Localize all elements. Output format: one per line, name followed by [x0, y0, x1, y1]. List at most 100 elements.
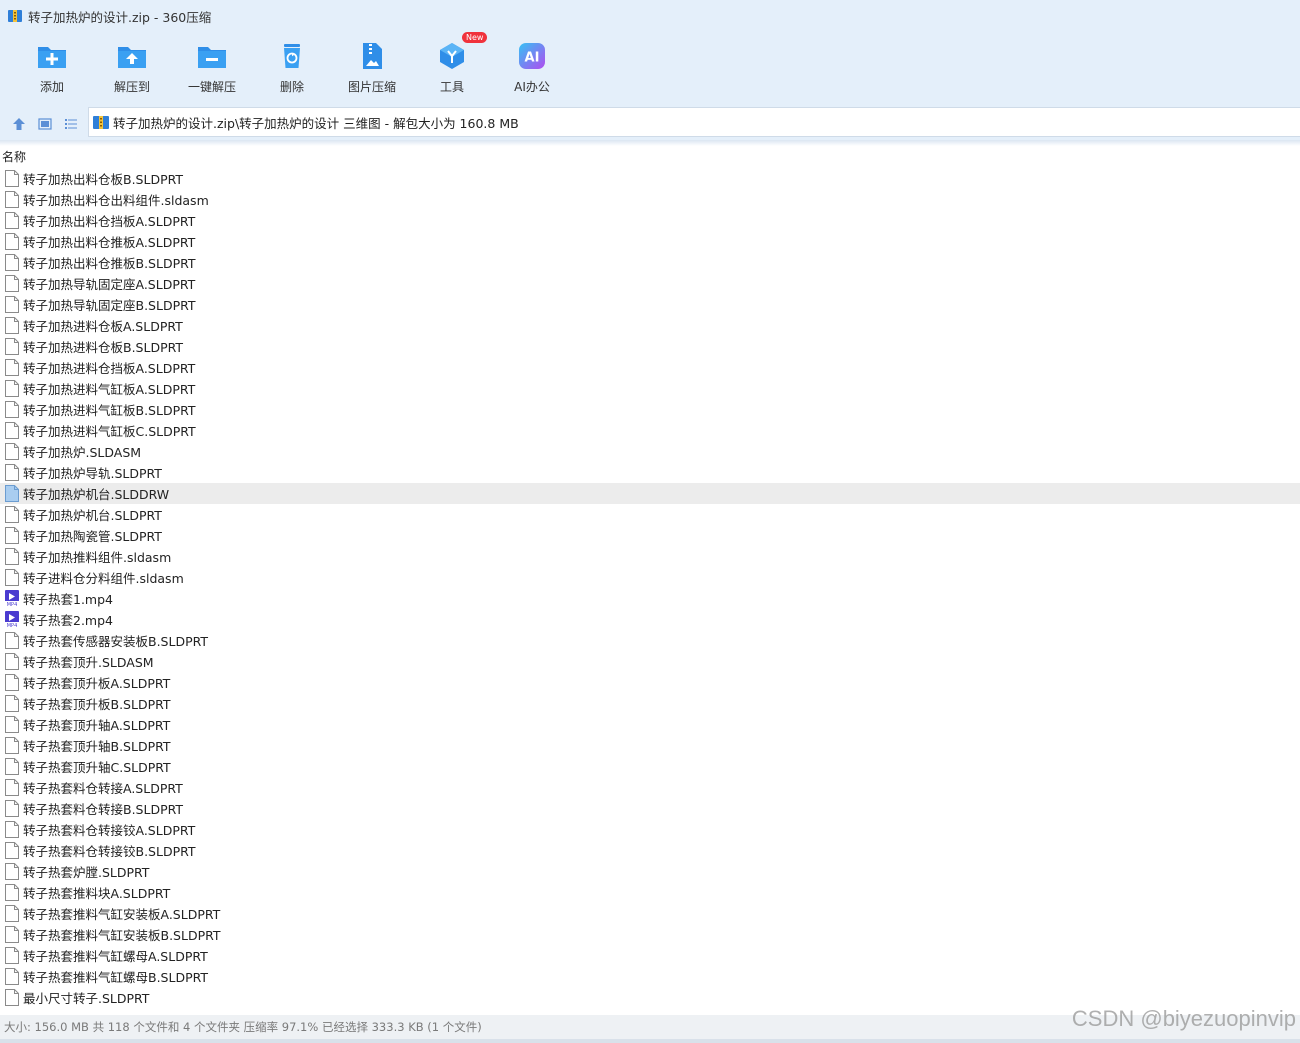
file-name: 转子加热进料仓板B.SLDPRT — [23, 340, 184, 355]
extract-to-button[interactable]: 解压到 — [92, 32, 172, 104]
document-file-icon — [5, 947, 19, 964]
document-file-icon — [5, 758, 19, 775]
file-row[interactable]: 转子加热导轨固定座A.SLDPRT — [0, 273, 1300, 294]
file-name: 转子加热陶瓷管.SLDPRT — [23, 529, 162, 544]
document-file-icon — [5, 821, 19, 838]
file-row[interactable]: 转子加热出料仓推板A.SLDPRT — [0, 231, 1300, 252]
file-name: 转子热套推料气缸螺母B.SLDPRT — [23, 970, 209, 985]
file-name: 转子加热导轨固定座B.SLDPRT — [23, 298, 196, 313]
file-name: 转子热套推料块A.SLDPRT — [23, 886, 171, 901]
file-row[interactable]: 转子加热推料组件.sldasm — [0, 546, 1300, 567]
document-file-icon — [5, 443, 19, 460]
file-row[interactable]: 转子加热出料仓出料组件.sldasm — [0, 189, 1300, 210]
file-row[interactable]: 转子加热炉机台.SLDDRW — [0, 483, 1300, 504]
document-file-icon — [5, 779, 19, 796]
image-compress-button[interactable]: 图片压缩 — [332, 32, 412, 104]
extract-to-label: 解压到 — [113, 80, 150, 94]
file-row[interactable]: 转子加热进料气缸板A.SLDPRT — [0, 378, 1300, 399]
file-row[interactable]: 转子热套顶升板B.SLDPRT — [0, 693, 1300, 714]
one-click-extract-label: 一键解压 — [187, 80, 236, 94]
file-row[interactable]: 转子热套顶升轴B.SLDPRT — [0, 735, 1300, 756]
file-row[interactable]: 转子加热炉导轨.SLDPRT — [0, 462, 1300, 483]
file-row[interactable]: 转子加热进料仓板A.SLDPRT — [0, 315, 1300, 336]
document-file-icon — [5, 422, 19, 439]
file-row[interactable]: MP4 转子热套1.mp4 — [0, 588, 1300, 609]
ai-office-icon: AI — [516, 40, 548, 72]
add-label: 添加 — [39, 80, 64, 94]
file-name: 转子加热导轨固定座A.SLDPRT — [23, 277, 196, 292]
file-name: 转子热套料仓转接铰B.SLDPRT — [23, 844, 196, 859]
file-row[interactable]: 转子加热出料仓推板B.SLDPRT — [0, 252, 1300, 273]
add-button[interactable]: 添加 — [12, 32, 92, 104]
file-row[interactable]: 转子热套顶升.SLDASM — [0, 651, 1300, 672]
address-field[interactable]: 转子加热炉的设计.zip\转子加热炉的设计 三维图 - 解包大小为 160.8 … — [88, 107, 1300, 137]
document-file-icon — [5, 632, 19, 649]
file-row[interactable]: 转子热套推料气缸安装板A.SLDPRT — [0, 903, 1300, 924]
file-name: 转子热套顶升轴A.SLDPRT — [23, 718, 171, 733]
file-row[interactable]: 转子加热进料仓板B.SLDPRT — [0, 336, 1300, 357]
file-row[interactable]: 转子加热炉.SLDASM — [0, 441, 1300, 462]
address-path: 转子加热炉的设计.zip\转子加热炉的设计 三维图 - 解包大小为 160.8 … — [113, 115, 519, 131]
file-row[interactable]: 转子热套料仓转接B.SLDPRT — [0, 798, 1300, 819]
file-row[interactable]: 转子加热进料气缸板C.SLDPRT — [0, 420, 1300, 441]
file-name: 转子热套传感器安装板B.SLDPRT — [23, 634, 209, 649]
address-bar: 转子加热炉的设计.zip\转子加热炉的设计 三维图 - 解包大小为 160.8 … — [0, 104, 1300, 144]
document-file-icon — [5, 989, 19, 1006]
svg-text:AI: AI — [525, 51, 540, 66]
ai-office-button[interactable]: AI AI办公 — [492, 32, 572, 104]
document-file-icon — [5, 275, 19, 292]
document-file-icon — [5, 317, 19, 334]
up-level-button[interactable] — [6, 111, 32, 137]
document-file-icon — [5, 905, 19, 922]
file-row[interactable]: 转子加热出料仓板B.SLDPRT — [0, 168, 1300, 189]
file-row[interactable]: 转子热套顶升轴A.SLDPRT — [0, 714, 1300, 735]
file-name: 转子热套料仓转接A.SLDPRT — [23, 781, 183, 796]
document-file-icon — [5, 653, 19, 670]
file-row[interactable]: 转子进料仓分料组件.sldasm — [0, 567, 1300, 588]
file-row[interactable]: 转子加热陶瓷管.SLDPRT — [0, 525, 1300, 546]
list-view-button[interactable] — [58, 111, 84, 137]
document-file-icon — [5, 695, 19, 712]
one-click-extract-icon — [196, 40, 228, 72]
thumbnail-view-button[interactable] — [32, 111, 58, 137]
file-row[interactable]: 转子热套推料气缸螺母A.SLDPRT — [0, 945, 1300, 966]
column-header-name[interactable]: 名称 — [0, 146, 1300, 166]
tools-icon — [436, 40, 468, 72]
file-row[interactable]: 转子热套料仓转接铰B.SLDPRT — [0, 840, 1300, 861]
document-file-icon — [5, 506, 19, 523]
file-row[interactable]: 转子热套传感器安装板B.SLDPRT — [0, 630, 1300, 651]
file-row[interactable]: 转子热套顶升板A.SLDPRT — [0, 672, 1300, 693]
bottom-border — [0, 1039, 1300, 1043]
list-view-icon — [65, 119, 77, 129]
file-row[interactable]: 转子热套推料气缸螺母B.SLDPRT — [0, 966, 1300, 987]
document-file-icon — [5, 254, 19, 271]
file-row[interactable]: 转子热套推料块A.SLDPRT — [0, 882, 1300, 903]
column-header-label: 名称 — [2, 149, 27, 164]
file-row[interactable]: 转子热套料仓转接A.SLDPRT — [0, 777, 1300, 798]
file-name: 转子热套推料气缸安装板A.SLDPRT — [23, 907, 221, 922]
file-row[interactable]: 转子热套料仓转接铰A.SLDPRT — [0, 819, 1300, 840]
file-row[interactable]: 转子热套炉膛.SLDPRT — [0, 861, 1300, 882]
file-row[interactable]: 转子加热进料仓挡板A.SLDPRT — [0, 357, 1300, 378]
tools-button[interactable]: New 工具 — [412, 32, 492, 104]
file-name: 转子热套顶升板A.SLDPRT — [23, 676, 171, 691]
delete-button[interactable]: 删除 — [252, 32, 332, 104]
file-row[interactable]: 转子加热导轨固定座B.SLDPRT — [0, 294, 1300, 315]
mp4-video-icon: MP4 — [5, 611, 19, 628]
file-name: 转子加热出料仓板B.SLDPRT — [23, 172, 184, 187]
file-name: 转子加热进料气缸板A.SLDPRT — [23, 382, 196, 397]
file-row[interactable]: 最小尺寸转子.SLDPRT — [0, 987, 1300, 1008]
document-file-icon — [5, 212, 19, 229]
file-row[interactable]: MP4 转子热套2.mp4 — [0, 609, 1300, 630]
image-compress-label: 图片压缩 — [347, 80, 396, 94]
file-row[interactable]: 转子热套推料气缸安装板B.SLDPRT — [0, 924, 1300, 945]
file-list: 转子加热出料仓板B.SLDPRT 转子加热出料仓出料组件.sldasm 转子加热出料… — [0, 168, 1300, 1008]
svg-text:MP4: MP4 — [7, 623, 18, 628]
file-name: 转子加热出料仓挡板A.SLDPRT — [23, 214, 196, 229]
document-file-icon — [5, 401, 19, 418]
file-row[interactable]: 转子加热炉机台.SLDPRT — [0, 504, 1300, 525]
file-row[interactable]: 转子加热进料气缸板B.SLDPRT — [0, 399, 1300, 420]
file-row[interactable]: 转子热套顶升轴C.SLDPRT — [0, 756, 1300, 777]
one-click-extract-button[interactable]: 一键解压 — [172, 32, 252, 104]
file-row[interactable]: 转子加热出料仓挡板A.SLDPRT — [0, 210, 1300, 231]
